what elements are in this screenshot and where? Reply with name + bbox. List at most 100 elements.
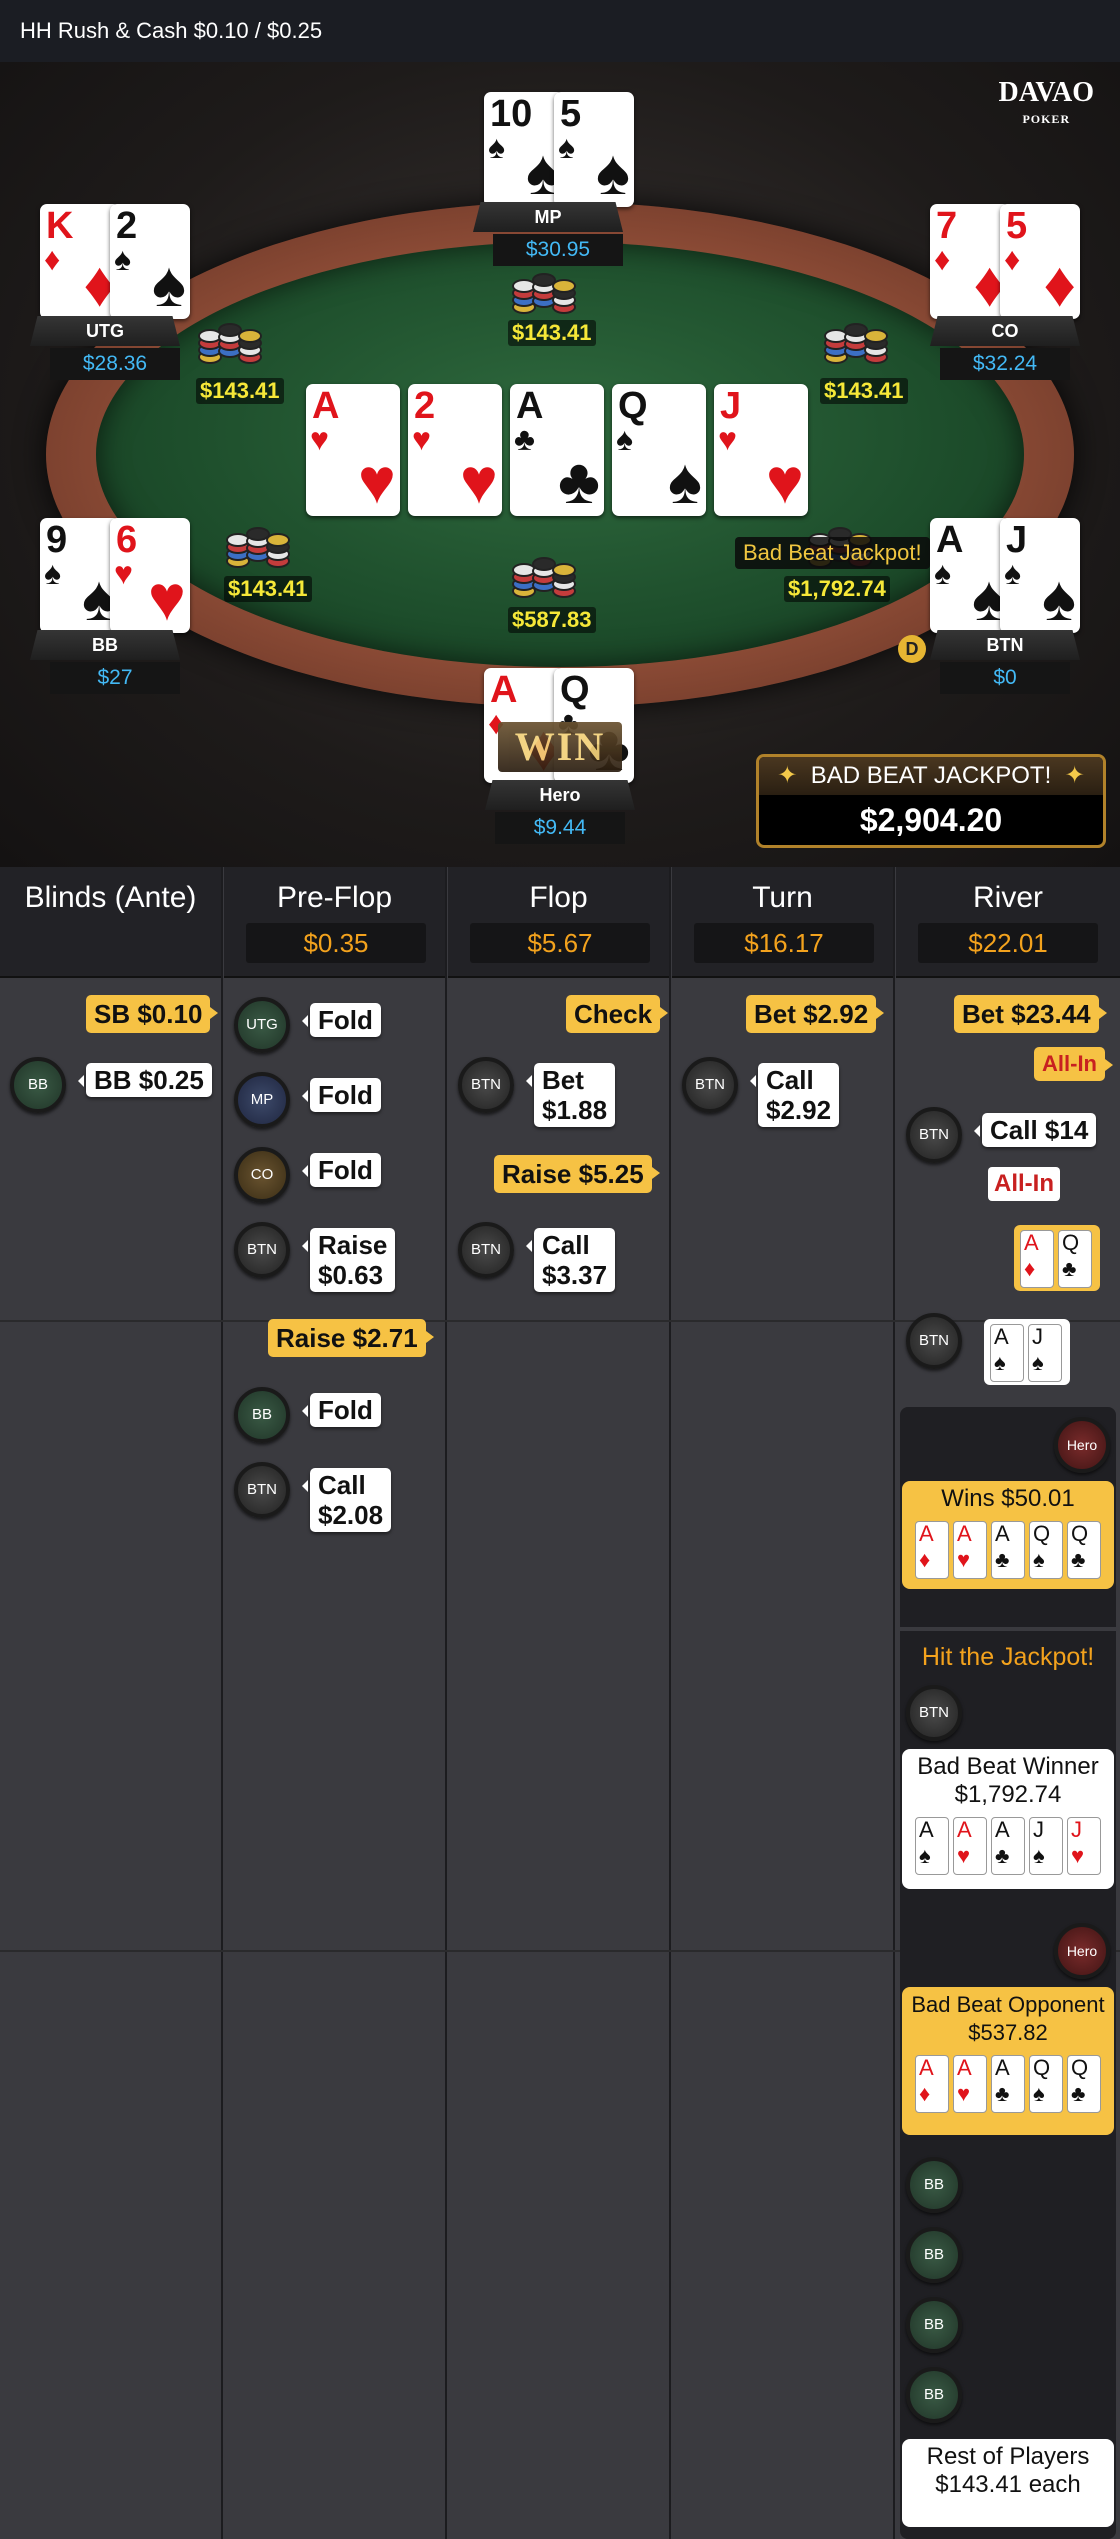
- card-rank: Q: [1071, 1521, 1089, 1546]
- seat-hero-stack: $9.44: [495, 812, 625, 844]
- player-chip-bb: BB: [906, 2297, 962, 2353]
- card-suit-icon: ♥: [1071, 1843, 1085, 1868]
- jackpot-header: Hit the Jackpot!: [921, 1643, 1095, 1671]
- card-rank: J: [720, 385, 742, 427]
- card-suit-icon: ♣: [995, 1843, 1010, 1868]
- mini-playing-card: A ♣: [991, 2055, 1025, 2113]
- card-rank: A: [936, 519, 964, 561]
- player-chip-bb: BB: [906, 2157, 962, 2213]
- player-chip-bb: BB: [906, 2367, 962, 2423]
- card-rank: J: [1032, 1324, 1043, 1349]
- player-chip-btn: BTN: [234, 1462, 290, 1518]
- card-suit-icon: ♥: [460, 445, 498, 516]
- seat-btn-name: BTN: [930, 630, 1080, 660]
- card-suit-icon: ♦: [1024, 1256, 1036, 1281]
- mini-playing-card: J ♠: [1028, 1324, 1062, 1382]
- card-rank: Q: [1071, 2055, 1089, 2080]
- card-suit-icon: ♠: [1004, 555, 1021, 591]
- card-rank: 2: [116, 205, 138, 247]
- card-suit-icon: ♥: [358, 445, 396, 516]
- card-rank: A: [312, 385, 340, 427]
- card-suit-icon: ♠: [1033, 1843, 1045, 1868]
- card-rank: A: [994, 1324, 1009, 1349]
- card-rank: A: [919, 1521, 934, 1546]
- mini-playing-card: Q ♣: [1058, 1230, 1092, 1288]
- card-suit-icon: ♣: [1071, 2081, 1086, 2106]
- player-chip-btn: BTN: [906, 1685, 962, 1741]
- mini-playing-card: A ♦: [1020, 1230, 1054, 1288]
- mini-playing-card: A ♠: [915, 1817, 949, 1875]
- card-rank: A: [957, 2055, 972, 2080]
- seat-co-stack: $32.24: [940, 348, 1070, 380]
- card-rank: A: [995, 2055, 1010, 2080]
- card-rank: A: [995, 1521, 1010, 1546]
- mini-playing-card: A ♥: [953, 1817, 987, 1875]
- playing-card: 7 ♦ ♦: [930, 204, 1010, 319]
- bad-beat-opponent-amount: $537.82: [968, 2020, 1048, 2045]
- column-title: Flop: [529, 881, 588, 914]
- seat-hero-name: Hero: [485, 780, 635, 810]
- bad-beat-opponent-title: Bad Beat Opponent: [911, 1992, 1105, 2017]
- card-suit-icon: ♣: [514, 421, 535, 457]
- card-rank: 6: [116, 519, 138, 561]
- action-bb: BB $0.25: [78, 1063, 212, 1097]
- card-suit-icon: ♠: [668, 445, 702, 516]
- card-suit-icon: ♥: [766, 445, 804, 516]
- win-title: Wins $50.01: [941, 1485, 1075, 1512]
- card-suit-icon: ♣: [1062, 1256, 1077, 1281]
- card-rank: Q: [618, 385, 648, 427]
- card-suit-icon: ♥: [412, 421, 431, 457]
- seat-co-name: CO: [930, 316, 1080, 346]
- bad-beat-winner-title: Bad Beat Winner: [917, 1753, 1099, 1780]
- card-rank: 5: [1006, 205, 1028, 247]
- card-suit-icon: ♥: [957, 2081, 971, 2106]
- playing-card: K ♦ ♦: [40, 204, 120, 319]
- action-hero-bet: Bet $2.92: [746, 995, 885, 1033]
- mini-playing-card: A ♣: [991, 1817, 1025, 1875]
- mini-playing-card: A ♦: [915, 1521, 949, 1579]
- card-suit-icon: ♣: [558, 445, 600, 516]
- card-suit-icon: ♠: [919, 1843, 931, 1868]
- playing-card: J ♥ ♥: [714, 384, 808, 516]
- jackpot-amount: $2,904.20: [859, 802, 1003, 838]
- player-chip-co: CO: [234, 1147, 290, 1203]
- card-rank: A: [490, 669, 518, 711]
- card-suit-icon: ♠: [44, 555, 61, 591]
- playing-card: A ♣ ♣: [510, 384, 604, 516]
- action-hero-check: Check: [566, 995, 669, 1033]
- seat-mp-name: MP: [473, 202, 623, 232]
- column-title: Blinds (Ante): [24, 881, 197, 914]
- playing-card: 5 ♦ ♦: [1000, 204, 1080, 319]
- card-rank: A: [516, 385, 544, 427]
- btn-bet-amount: $1,792.74: [784, 576, 890, 602]
- card-suit-icon: ♦: [1004, 241, 1021, 277]
- action-utg-fold: Fold: [302, 1003, 381, 1037]
- pot-chip-stack: [512, 554, 576, 600]
- card-suit-icon: ♥: [718, 421, 737, 457]
- card-rank: A: [919, 2055, 934, 2080]
- panel-divider: [900, 1627, 1116, 1631]
- player-chip-mp: MP: [234, 1072, 290, 1128]
- card-suit-icon: ♠: [488, 129, 505, 165]
- action-co-fold: Fold: [302, 1153, 381, 1187]
- playing-card: Q ♠ ♠: [612, 384, 706, 516]
- card-suit-icon: ♦: [44, 241, 61, 277]
- card-suit-icon: ♦: [934, 241, 951, 277]
- mp-bet-amount: $143.41: [508, 320, 596, 346]
- action-btn-call: Call $14: [973, 1113, 1097, 1147]
- action-btn-call: Call $3.37: [525, 1228, 616, 1292]
- playing-card: 10 ♠ ♠: [484, 92, 564, 207]
- mini-playing-card: A ♠: [990, 1324, 1024, 1382]
- jackpot-panel: ✦ BAD BEAT JACKPOT! ✦ $2,904.20: [756, 754, 1106, 848]
- mini-playing-card: A ♥: [953, 2055, 987, 2113]
- player-chip-btn: BTN: [906, 1107, 962, 1163]
- card-suit-icon: ♠: [934, 555, 951, 591]
- card-rank: A: [957, 1521, 972, 1546]
- win-cards: A ♦ A ♥ A ♣ Q ♠ Q ♣: [902, 1521, 1114, 1579]
- sparkle-icon: ✦: [1064, 762, 1085, 789]
- playing-card: J ♠ ♠: [1000, 518, 1080, 633]
- mini-playing-card: A ♣: [991, 1521, 1025, 1579]
- column-title: Turn: [752, 881, 813, 914]
- playing-card: 9 ♠ ♠: [40, 518, 120, 633]
- seat-mp-stack: $30.95: [493, 234, 623, 266]
